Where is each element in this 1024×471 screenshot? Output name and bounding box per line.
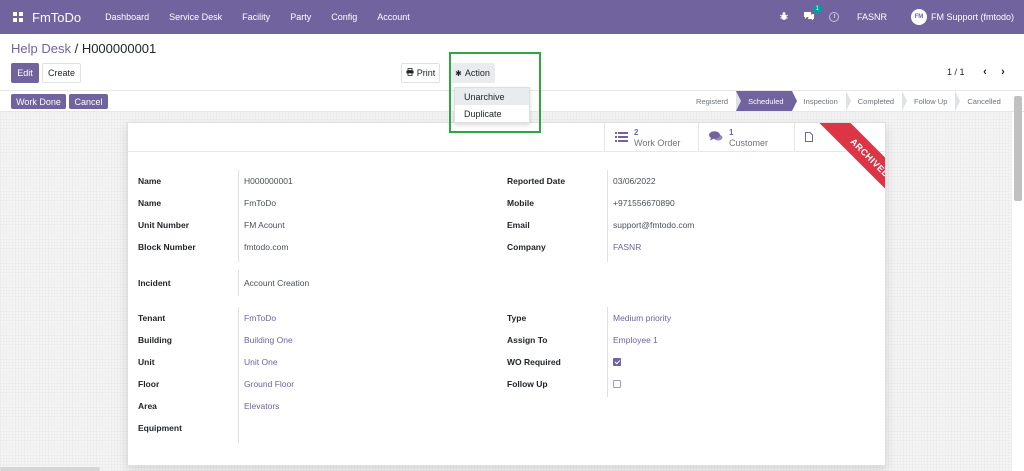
name-value: FmToDo	[244, 198, 277, 208]
list-icon	[615, 131, 628, 145]
apps-menu-icon[interactable]	[0, 0, 30, 34]
field-divider	[238, 270, 239, 296]
stage-cancelled[interactable]: Cancelled	[955, 91, 1008, 111]
cancel-button[interactable]: Cancel	[69, 94, 108, 109]
bug-icon[interactable]	[779, 11, 789, 24]
menu-config[interactable]: Config	[321, 12, 367, 22]
assign-to-label: Assign To	[507, 335, 548, 345]
print-icon	[406, 68, 414, 78]
area-label: Area	[138, 401, 157, 411]
incident-value: Account Creation	[244, 278, 310, 288]
area-link[interactable]: Elevators	[244, 401, 279, 411]
work-order-smart-button[interactable]: 2 Work Order	[604, 123, 698, 152]
type-value[interactable]: Medium priority	[613, 313, 671, 323]
menu-party[interactable]: Party	[280, 12, 321, 22]
menu-service-desk[interactable]: Service Desk	[159, 12, 232, 22]
form-sheet: 2 Work Order 1 Customer ARCHIVED Name H0…	[127, 122, 886, 466]
floor-link[interactable]: Ground Floor	[244, 379, 294, 389]
building-label: Building	[138, 335, 172, 345]
main-menu: Dashboard Service Desk Facility Party Co…	[95, 0, 420, 34]
company-switcher[interactable]: FASNR	[857, 12, 887, 22]
menu-dashboard[interactable]: Dashboard	[95, 12, 159, 22]
reported-date-label: Reported Date	[507, 176, 566, 186]
company-link[interactable]: FASNR	[613, 242, 641, 252]
reference-value: H000000001	[244, 176, 293, 186]
equipment-label: Equipment	[138, 423, 182, 433]
highlight-annotation-box	[449, 52, 541, 133]
customer-smart-button[interactable]: 1 Customer	[698, 123, 794, 152]
assign-to-link[interactable]: Employee 1	[613, 335, 658, 345]
name-label: Name	[138, 198, 162, 208]
unit-number-value: FM Acount	[244, 220, 285, 230]
document-icon	[805, 131, 813, 145]
field-divider	[607, 307, 608, 397]
user-menu[interactable]: FM FM Support (fmtodo)	[910, 9, 1014, 25]
stage-scheduled[interactable]: Scheduled	[736, 91, 798, 111]
company-label: Company	[507, 242, 546, 252]
chat-badge: 1	[812, 4, 822, 13]
field-divider	[238, 307, 239, 443]
customer-label: Customer	[729, 137, 769, 148]
email-label: Email	[507, 220, 530, 230]
name-label: Name	[138, 176, 162, 186]
mobile-label: Mobile	[507, 198, 534, 208]
comments-icon	[709, 130, 723, 145]
incident-label: Incident	[138, 278, 171, 288]
breadcrumb: Help Desk / H000000001	[11, 41, 156, 56]
customer-count: 1	[729, 127, 734, 137]
mobile-value: +971556670890	[613, 198, 675, 208]
chat-icon[interactable]: 1	[803, 4, 822, 24]
follow-up-label: Follow Up	[507, 379, 548, 389]
avatar: FM	[910, 9, 927, 25]
brand-name[interactable]: FmToDo	[32, 10, 81, 25]
top-navbar: FmToDo Dashboard Service Desk Facility P…	[0, 0, 1024, 34]
breadcrumb-parent[interactable]: Help Desk	[11, 41, 71, 56]
field-divider	[238, 170, 239, 262]
user-name: FM Support (fmtodo)	[930, 12, 1014, 22]
breadcrumb-current: H000000001	[81, 41, 157, 56]
unit-link[interactable]: Unit One	[244, 357, 278, 367]
work-order-label: Work Order	[634, 137, 681, 148]
block-number-value: fmtodo.com	[244, 242, 289, 252]
unit-label: Unit	[138, 357, 155, 367]
pager-value[interactable]: 1 / 1	[947, 67, 965, 77]
tenant-label: Tenant	[138, 313, 166, 323]
type-label: Type	[507, 313, 527, 323]
print-button[interactable]: Print	[401, 63, 440, 83]
follow-up-checkbox[interactable]	[613, 380, 621, 388]
clock-icon[interactable]	[828, 12, 839, 22]
pager-next-icon[interactable]: ›	[996, 64, 1010, 80]
work-done-button[interactable]: Work Done	[11, 94, 66, 109]
stage-completed[interactable]: Completed	[846, 91, 908, 111]
stage-inspection[interactable]: Inspection	[792, 91, 851, 111]
stage-follow-up[interactable]: Follow Up	[902, 91, 961, 111]
work-order-count: 2	[634, 127, 639, 137]
menu-account[interactable]: Account	[367, 12, 420, 22]
field-divider	[607, 170, 608, 262]
wo-required-label: WO Required	[507, 357, 561, 367]
tenant-link[interactable]: FmToDo	[244, 313, 276, 323]
horizontal-scrollbar[interactable]	[0, 467, 100, 471]
create-button[interactable]: Create	[42, 63, 81, 83]
vertical-scrollbar[interactable]	[1014, 96, 1022, 201]
unit-number-label: Unit Number	[138, 220, 189, 230]
reported-date-value: 03/06/2022	[613, 176, 656, 186]
email-value: support@fmtodo.com	[613, 220, 695, 230]
print-label: Print	[416, 68, 436, 78]
wo-required-checkbox[interactable]	[613, 358, 621, 366]
menu-facility[interactable]: Facility	[232, 12, 280, 22]
breadcrumb-separator: /	[70, 41, 82, 56]
building-link[interactable]: Building One	[244, 335, 293, 345]
stage-pipeline: Registerd Scheduled Inspection Completed…	[684, 91, 1009, 111]
pager-previous-icon[interactable]: ‹	[978, 64, 992, 80]
floor-label: Floor	[138, 379, 160, 389]
block-number-label: Block Number	[138, 242, 196, 252]
edit-button[interactable]: Edit	[11, 63, 39, 83]
stage-registerd[interactable]: Registerd	[684, 91, 742, 111]
